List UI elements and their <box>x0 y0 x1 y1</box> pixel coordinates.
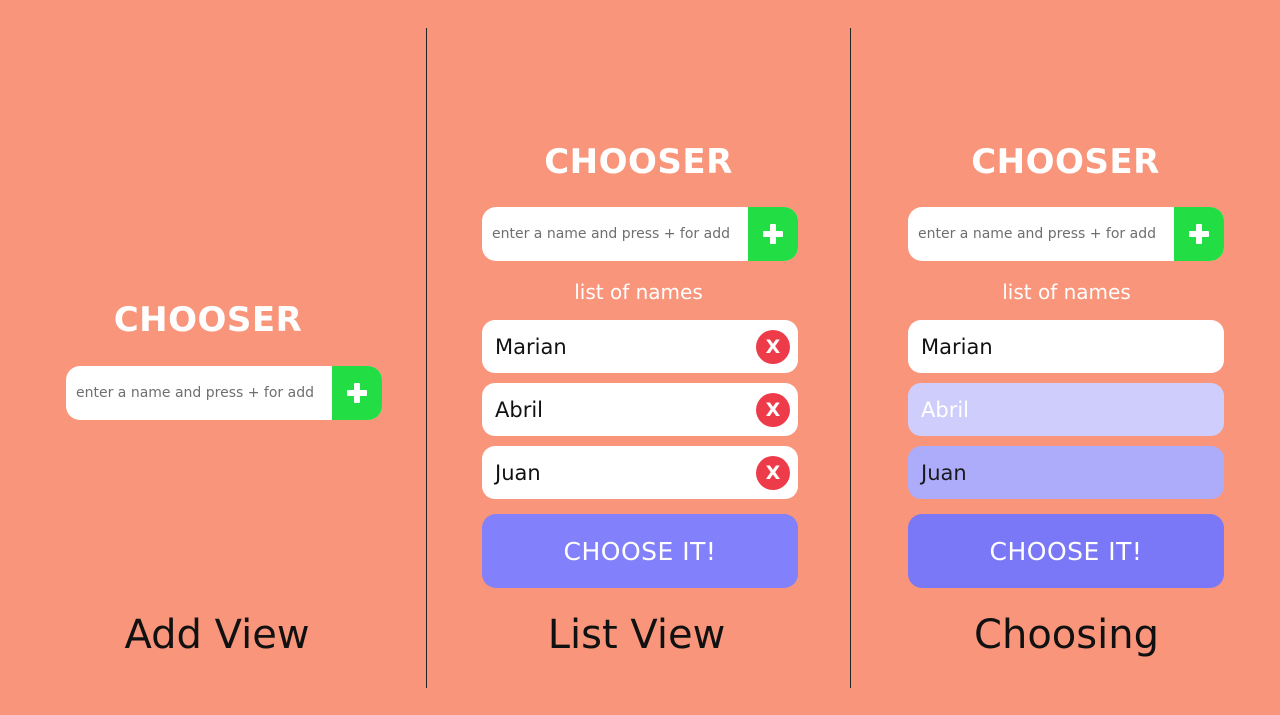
app-title: CHOOSER <box>544 142 733 182</box>
choose-button[interactable]: CHOOSE IT! <box>482 514 798 588</box>
name-input-bar <box>482 207 798 261</box>
list-view-panel: CHOOSER list of names Marian X Abril X J… <box>427 0 850 715</box>
name-input[interactable] <box>482 207 744 261</box>
x-icon: X <box>765 399 781 421</box>
list-item-highlighted: Juan <box>908 446 1224 499</box>
name-input-bar <box>908 207 1224 261</box>
add-button[interactable] <box>332 366 382 420</box>
add-button[interactable] <box>1174 207 1224 261</box>
add-view-panel: CHOOSER Add View <box>0 0 426 715</box>
app-title: CHOOSER <box>113 300 303 340</box>
list-item: Juan X <box>482 446 798 499</box>
view-caption: Add View <box>124 612 310 658</box>
plus-icon <box>1189 224 1209 244</box>
view-caption: Choosing <box>974 612 1159 658</box>
remove-button[interactable]: X <box>756 393 790 427</box>
list-item-name: Marian <box>495 334 567 359</box>
add-button[interactable] <box>748 207 798 261</box>
list-item: Marian <box>908 320 1224 373</box>
remove-button[interactable]: X <box>756 330 790 364</box>
x-icon: X <box>765 462 781 484</box>
list-item-name: Juan <box>921 460 967 485</box>
list-item: Marian X <box>482 320 798 373</box>
list-item-highlighted: Abril <box>908 383 1224 436</box>
plus-icon <box>763 224 783 244</box>
app-title: CHOOSER <box>971 142 1160 182</box>
list-item-name: Marian <box>921 334 993 359</box>
plus-icon <box>347 383 367 403</box>
choose-button[interactable]: CHOOSE IT! <box>908 514 1224 588</box>
list-item-name: Abril <box>495 397 543 422</box>
list-item: Abril X <box>482 383 798 436</box>
list-label: list of names <box>1002 280 1131 304</box>
remove-button[interactable]: X <box>756 456 790 490</box>
view-caption: List View <box>547 612 726 658</box>
name-input[interactable] <box>908 207 1170 261</box>
name-input-bar <box>66 366 382 420</box>
list-item-name: Abril <box>921 397 969 422</box>
list-label: list of names <box>574 280 703 304</box>
choosing-panel: CHOOSER list of names Marian Abril Juan … <box>851 0 1280 715</box>
name-input[interactable] <box>66 366 328 420</box>
x-icon: X <box>765 336 781 358</box>
list-item-name: Juan <box>495 460 541 485</box>
